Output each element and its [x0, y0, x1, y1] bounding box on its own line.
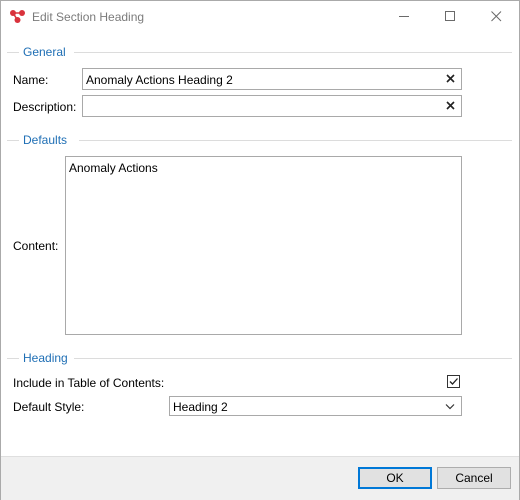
- description-field[interactable]: [82, 95, 462, 117]
- divider: [7, 140, 19, 141]
- default-style-value: Heading 2: [173, 400, 228, 414]
- content-textarea[interactable]: Anomaly Actions: [65, 156, 462, 335]
- name-value: Anomaly Actions Heading 2: [86, 73, 233, 87]
- minimize-icon: [398, 16, 409, 17]
- dialog-footer: OK Cancel: [1, 456, 519, 500]
- heading-section-header: Heading: [22, 351, 69, 365]
- general-section-header: General: [22, 45, 67, 59]
- heading-group: Heading: [7, 351, 512, 365]
- name-field[interactable]: Anomaly Actions Heading 2: [82, 68, 462, 90]
- window-title: Edit Section Heading: [32, 10, 145, 24]
- dialog-body: General Name: Anomaly Actions Heading 2 …: [1, 32, 519, 454]
- maximize-button[interactable]: [427, 1, 473, 32]
- cancel-button[interactable]: Cancel: [437, 467, 511, 489]
- divider: [7, 52, 19, 53]
- description-label: Description:: [13, 100, 77, 114]
- ok-button[interactable]: OK: [358, 467, 432, 489]
- clear-description-icon[interactable]: [446, 101, 455, 110]
- title-bar[interactable]: Edit Section Heading: [1, 1, 519, 32]
- divider: [74, 52, 512, 53]
- general-group: General: [7, 45, 512, 59]
- content-label: Content:: [13, 239, 59, 253]
- chevron-down-icon: [445, 404, 455, 410]
- defaults-group: Defaults: [7, 133, 512, 147]
- dialog-window: Edit Section Heading General Name: Anoma…: [0, 0, 520, 500]
- app-logo-icon: [10, 10, 25, 23]
- minimize-button[interactable]: [381, 1, 427, 32]
- divider: [79, 140, 512, 141]
- content-value: Anomaly Actions: [69, 161, 158, 175]
- close-button[interactable]: [473, 1, 519, 32]
- close-icon: [490, 11, 501, 22]
- checkmark-icon: [449, 378, 458, 385]
- maximize-icon: [444, 11, 455, 21]
- toc-label: Include in Table of Contents:: [13, 376, 165, 390]
- divider: [7, 358, 19, 359]
- toc-checkbox[interactable]: [447, 375, 460, 388]
- defaults-section-header: Defaults: [22, 133, 69, 147]
- name-label: Name:: [13, 73, 49, 87]
- clear-name-icon[interactable]: [446, 74, 455, 83]
- default-style-label: Default Style:: [13, 400, 85, 414]
- default-style-dropdown[interactable]: Heading 2: [169, 396, 462, 416]
- divider: [74, 358, 512, 359]
